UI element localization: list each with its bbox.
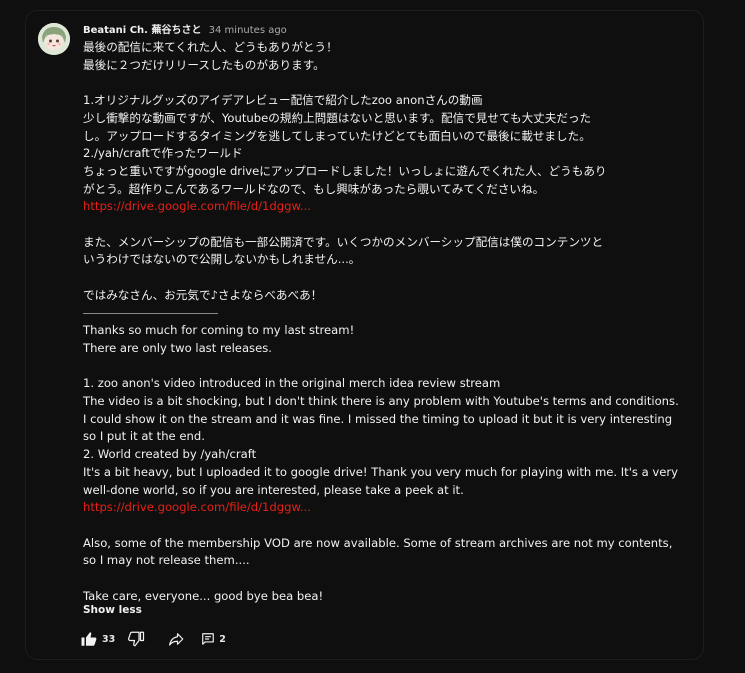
comment-text-line: so I may not release them.... bbox=[83, 553, 250, 568]
drive-link[interactable]: https://drive.google.com/file/d/1dggw... bbox=[83, 499, 663, 517]
comment-text-line: 2./yah/craftで作ったワールド bbox=[83, 146, 243, 161]
comment-text-line: so I put it at the end. bbox=[83, 429, 205, 444]
comment-text-line: いうわけではないので公開しないかもしれません...。 bbox=[83, 252, 361, 267]
timestamp[interactable]: 34 minutes ago bbox=[209, 25, 287, 36]
comment-text-line: また、メンバーシップの配信も一部公開済です。いくつかのメンバーシップ配信は僕のコ… bbox=[83, 234, 604, 249]
share-button[interactable] bbox=[167, 630, 185, 648]
comment-text-line: 1. zoo anon's video introduced in the or… bbox=[83, 376, 501, 391]
comment-text-line: Also, some of the membership VOD are now… bbox=[83, 535, 673, 550]
comment-text-line: Take care, everyone... good bye bea bea! bbox=[83, 588, 324, 603]
comment-text-line: 少し衝撃的な動画ですが、Youtubeの規約上問題はないと思います。配信で見せて… bbox=[83, 110, 592, 125]
comment-text-line: ちょっと重いですがgoogle driveにアップロードしました！いっしょに遊ん… bbox=[83, 163, 607, 178]
comment-text-line: Thanks so much for coming to my last str… bbox=[83, 323, 355, 338]
show-less-button[interactable]: Show less bbox=[83, 604, 142, 616]
comment-text-line: がとう。超作りこんであるワールドなので、もし興味があったら覗いてみてくださいね。 bbox=[83, 181, 545, 196]
comment-text-line: The video is a bit shocking, but I don't… bbox=[83, 393, 679, 408]
drive-link[interactable]: https://drive.google.com/file/d/1dggw... bbox=[83, 198, 663, 216]
comment-icon bbox=[202, 633, 215, 645]
reply-count: 2 bbox=[219, 633, 226, 645]
comment-actions: 33 2 bbox=[80, 629, 226, 649]
comment-text-line: ではみなさん、お元気で♪さよならべあべあ！ bbox=[83, 287, 323, 302]
author-name[interactable]: Beatani Ch. 蕪谷ちさと bbox=[83, 25, 201, 36]
avatar[interactable] bbox=[38, 23, 70, 55]
separator-line bbox=[83, 305, 663, 323]
thumb-down-icon bbox=[128, 631, 145, 647]
replies-button[interactable]: 2 bbox=[201, 632, 226, 646]
comment-text-line: I could show it on the stream and it was… bbox=[83, 411, 673, 426]
comment-text-line: There are only two last releases. bbox=[83, 340, 272, 355]
thumb-up-icon bbox=[81, 632, 97, 646]
avatar-image bbox=[38, 23, 70, 55]
dislike-button[interactable] bbox=[127, 630, 145, 648]
comment-card: Beatani Ch. 蕪谷ちさと 34 minutes ago 最後の配信に来… bbox=[25, 10, 704, 660]
comment-text-line: 最後に２つだけリリースしたものがあります。 bbox=[83, 57, 325, 72]
comment-text-line: 1.オリジナルグッズのアイデアレビュー配信で紹介したzoo anonさんの動画 bbox=[83, 93, 483, 108]
comment-text-line: It's a bit heavy, but I uploaded it to g… bbox=[83, 464, 679, 479]
comment-header: Beatani Ch. 蕪谷ちさと 34 minutes ago bbox=[83, 24, 287, 37]
comment-text-line: し。アップロードするタイミングを逃してしまっていたけどとても面白いので最後に載せ… bbox=[83, 128, 591, 143]
share-icon bbox=[169, 633, 184, 646]
comment-text-line: well-done world, so if you are intereste… bbox=[83, 482, 464, 497]
comment-body: 最後の配信に来てくれた人、どうもありがとう！ 最後に２つだけリリースしたものがあり… bbox=[83, 39, 679, 605]
comment-text-line: 最後の配信に来てくれた人、どうもありがとう！ bbox=[83, 40, 338, 54]
comment-text-line: 2. World created by /yah/craft bbox=[83, 447, 257, 462]
like-button[interactable] bbox=[80, 630, 98, 648]
like-count: 33 bbox=[102, 633, 116, 645]
